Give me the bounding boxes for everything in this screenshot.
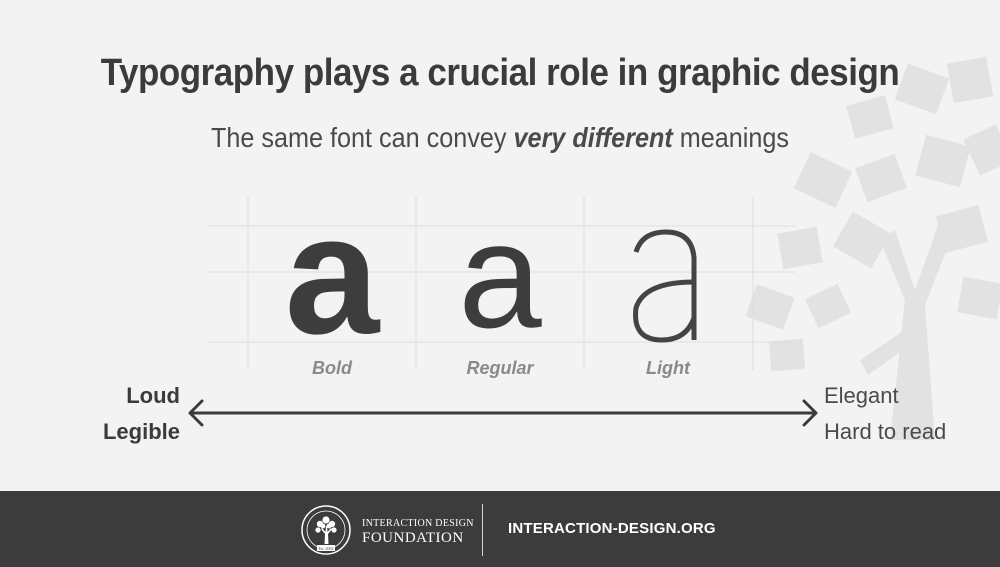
glyph-label-light: Light [646,358,690,378]
main-panel: Typography plays a crucial role in graph… [0,0,1000,491]
idf-logo-icon[interactable]: Est. 2002 [300,504,352,556]
org-name-line2: FOUNDATION [362,530,464,546]
glyph-label-regular: Regular [466,358,534,378]
org-name-line1: INTERACTION DESIGN [362,518,474,529]
scale-label-elegant: Elegant [824,383,899,408]
light-a-glyph [633,229,697,343]
website-link[interactable]: INTERACTION-DESIGN.ORG [508,520,716,537]
scale-label-hard-to-read: Hard to read [824,419,947,444]
footer-divider [482,504,483,556]
logo-est-text: Est. 2002 [318,546,333,551]
glyph-regular: a [458,191,542,359]
scale-left-labels: Loud Legible [60,378,180,450]
glyph-light [584,200,752,373]
glyph-bold: a [284,180,380,370]
glyph-label-bold: Bold [312,358,352,378]
footer-bar [0,491,1000,567]
org-name[interactable]: INTERACTION DESIGN FOUNDATION [362,517,474,546]
scale-label-legible: Legible [102,419,180,444]
scale-arrow [188,399,818,427]
scale-label-loud: Loud [126,383,180,408]
scale-right-labels: Elegant Hard to read [824,378,994,450]
